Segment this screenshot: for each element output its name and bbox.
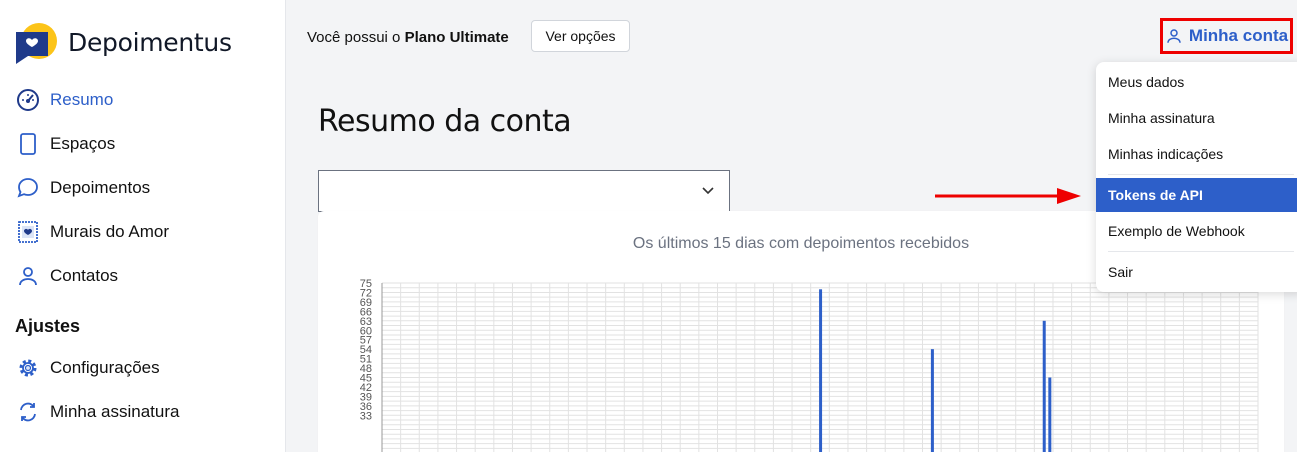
brand[interactable]: Depoimentus <box>14 20 232 64</box>
menu-item-tokens-api[interactable]: Tokens de API <box>1096 178 1297 212</box>
sidebar-item-label: Espaços <box>50 134 116 153</box>
minha-conta-button[interactable]: Minha conta <box>1160 18 1293 54</box>
menu-item-meus-dados[interactable]: Meus dados <box>1096 65 1297 99</box>
gear-icon <box>16 356 40 380</box>
menu-divider <box>1108 174 1294 175</box>
chart-bar[interactable] <box>1042 320 1046 452</box>
chart-bar[interactable] <box>819 289 823 452</box>
sidebar-item-label: Minha assinatura <box>50 402 180 421</box>
chart-bar[interactable] <box>930 349 934 452</box>
settings-nav: Configurações Minha assinatura <box>0 346 285 434</box>
tablet-icon <box>16 132 40 156</box>
sidebar-item-depoimentos[interactable]: Depoimentos <box>0 166 285 210</box>
section-title-ajustes: Ajustes <box>15 316 81 336</box>
page-title: Resumo da conta <box>318 104 572 139</box>
menu-item-minha-assinatura[interactable]: Minha assinatura <box>1096 101 1297 135</box>
sidebar-item-configuracoes[interactable]: Configurações <box>0 346 285 390</box>
user-icon <box>16 264 40 288</box>
period-select[interactable] <box>318 170 730 212</box>
chevron-down-icon <box>702 187 714 195</box>
sidebar-item-espacos[interactable]: Espaços <box>0 122 285 166</box>
menu-item-sair[interactable]: Sair <box>1096 255 1297 289</box>
refresh-icon <box>16 400 40 424</box>
menu-item-exemplo-webhook[interactable]: Exemplo de Webhook <box>1096 214 1297 248</box>
account-dropdown: Meus dados Minha assinatura Minhas indic… <box>1096 62 1297 292</box>
sidebar-item-label: Depoimentos <box>50 178 151 197</box>
menu-item-minhas-indicacoes[interactable]: Minhas indicações <box>1096 137 1297 171</box>
sidebar-item-label: Murais do Amor <box>50 222 170 241</box>
plan-name: Plano Ultimate <box>404 29 509 46</box>
sidebar-item-label: Resumo <box>50 90 114 109</box>
user-icon <box>1167 29 1181 43</box>
menu-divider <box>1108 251 1294 252</box>
plan-prefix: Você possui o <box>307 29 401 46</box>
sidebar-item-murais[interactable]: Murais do Amor <box>0 210 285 254</box>
sidebar-item-contatos[interactable]: Contatos <box>0 254 285 298</box>
sidebar-item-label: Configurações <box>50 358 160 377</box>
ver-opcoes-button[interactable]: Ver opções <box>531 20 630 52</box>
sidebar: Depoimentus Resumo Espaços Depoimentos M… <box>0 0 286 452</box>
chart-bar[interactable] <box>1048 377 1052 452</box>
plan-info: Você possui o Plano Ultimate <box>307 29 509 46</box>
sidebar-item-resumo[interactable]: Resumo <box>0 78 285 122</box>
chat-bubble-icon <box>16 176 40 200</box>
main-nav: Resumo Espaços Depoimentos Murais do Amo… <box>0 78 285 298</box>
brand-name: Depoimentus <box>68 27 232 57</box>
y-tick-label: 33 <box>360 410 372 422</box>
minha-conta-label: Minha conta <box>1188 26 1289 45</box>
sidebar-item-label: Contatos <box>50 266 119 285</box>
sidebar-item-minha-assinatura[interactable]: Minha assinatura <box>0 390 285 434</box>
annotation-arrow-icon <box>935 188 1081 204</box>
heart-frame-icon <box>16 220 40 244</box>
logo-icon <box>14 20 58 64</box>
gauge-icon <box>16 88 40 112</box>
